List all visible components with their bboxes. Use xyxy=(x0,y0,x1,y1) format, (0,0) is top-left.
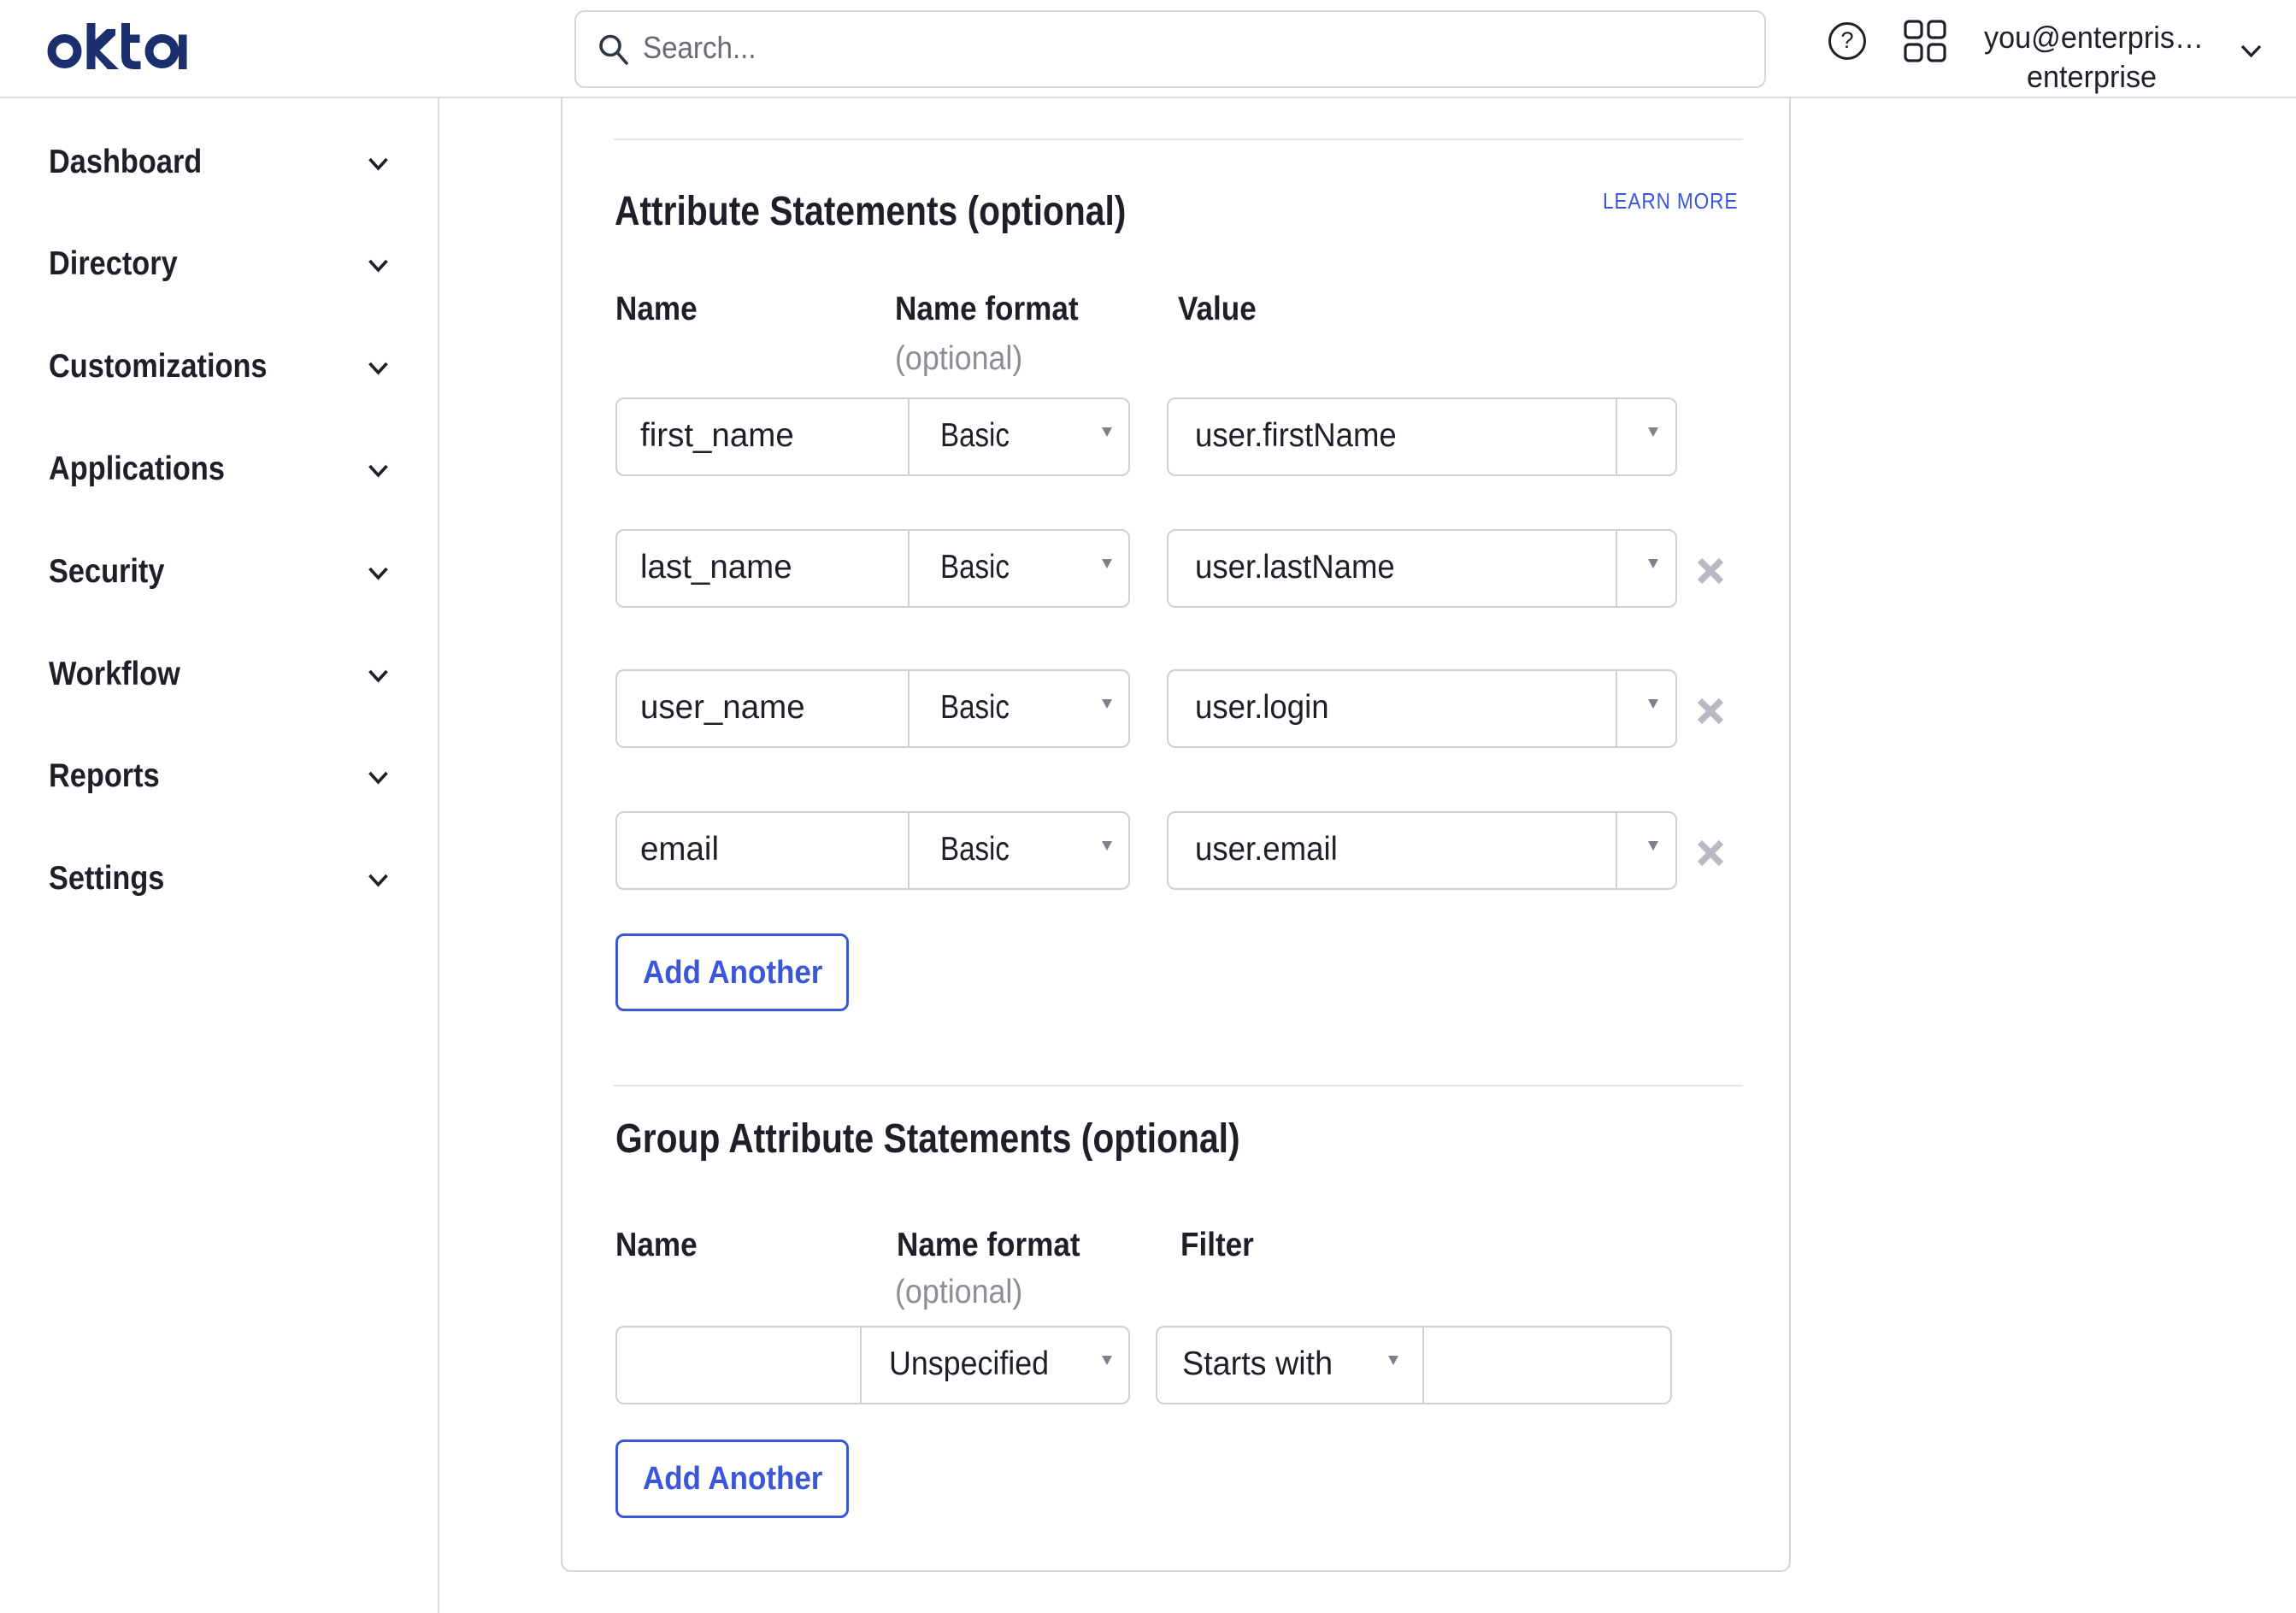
svg-text:?: ? xyxy=(1840,27,1853,53)
